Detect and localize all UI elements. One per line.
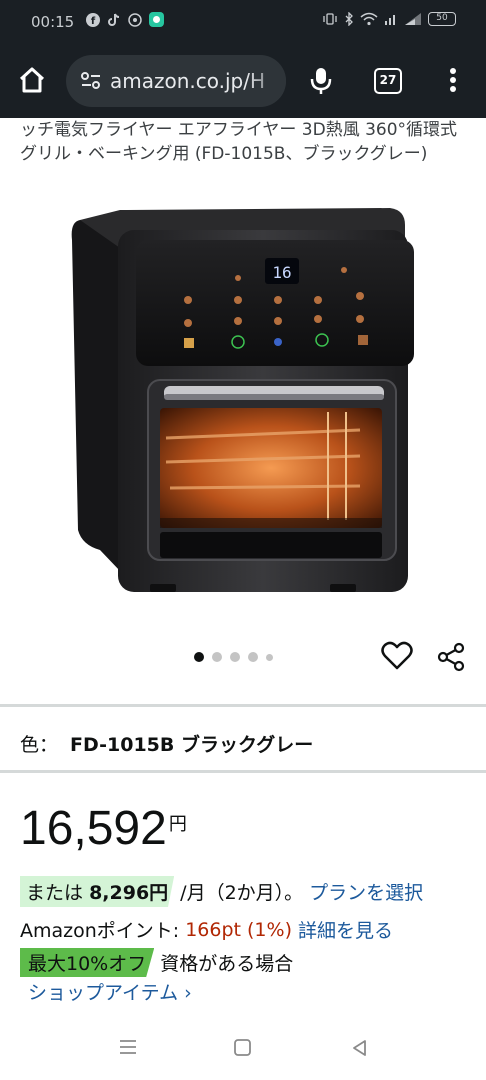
price-value: 16,592 [20, 802, 167, 855]
voice-search-button[interactable] [306, 62, 336, 98]
points-details-link[interactable]: 詳細を見る [298, 916, 393, 943]
product-image[interactable]: 16 [60, 200, 420, 610]
carousel-dot[interactable] [212, 652, 222, 662]
svg-text:f: f [91, 16, 96, 27]
carousel-dot[interactable] [230, 652, 240, 662]
carousel-dot[interactable] [194, 652, 204, 662]
facebook-icon: f [86, 12, 100, 27]
status-bar: 00:15 f 50 [0, 0, 486, 44]
share-icon [437, 642, 465, 672]
home-icon [19, 67, 45, 93]
system-nav-bar [0, 1018, 486, 1080]
vibrate-icon [323, 13, 337, 25]
notification-icons: f [86, 12, 164, 27]
installment-suffix: /月（2か月）。 [180, 882, 304, 904]
installment-prefix: または [26, 882, 84, 904]
discount-badge: 最大10%オフ [20, 948, 155, 977]
battery-icon: 50 [428, 12, 456, 26]
points-value: 166pt (1%) [185, 918, 292, 941]
select-plan-link[interactable]: プランを選択 [309, 878, 423, 905]
color-value: FD-1015B ブラックグレー [70, 734, 314, 756]
image-carousel-indicator[interactable] [194, 652, 273, 662]
home-nav-button[interactable] [233, 1038, 257, 1060]
installment-badge: または 8,296円 [20, 876, 175, 907]
installment-row: または 8,296円 /月（2か月）。 プランを選択 [20, 876, 423, 907]
price-currency: 円 [168, 814, 187, 835]
air-fryer-illustration: 16 [71, 208, 414, 592]
share-button[interactable] [436, 642, 466, 672]
points-row: Amazonポイント: 166pt (1%) 詳細を見る [20, 916, 393, 943]
back-button[interactable] [350, 1038, 374, 1060]
tab-switcher-button[interactable]: 27 [374, 68, 402, 94]
more-vert-icon [450, 68, 456, 92]
color-label: 色： [20, 734, 59, 756]
wifi-icon [360, 12, 378, 26]
status-time: 00:15 [31, 13, 75, 31]
wishlist-button[interactable] [381, 640, 413, 672]
home-button[interactable] [14, 62, 50, 98]
display-reading: 16 [272, 263, 291, 282]
cell-signal-icon [405, 13, 421, 25]
shop-items-link[interactable]: ショップアイテム › [28, 978, 192, 1005]
browser-toolbar: amazon.co.jp/H 27 [0, 44, 486, 118]
site-settings-icon[interactable] [80, 71, 102, 91]
chat-app-icon [149, 12, 164, 27]
microphone-icon [310, 68, 332, 94]
discount-row: 最大10%オフ 資格がある場合 [20, 948, 293, 977]
bluetooth-icon [345, 12, 353, 26]
pinwheel-icon [128, 12, 142, 27]
menu-lines-icon [120, 1040, 136, 1054]
status-right: 50 [322, 12, 456, 26]
address-bar[interactable]: amazon.co.jp/H [66, 55, 286, 107]
carousel-dot[interactable] [248, 652, 258, 662]
recent-apps-button[interactable] [118, 1038, 142, 1060]
data-signal-icon [385, 15, 395, 25]
price: 16,592 円 [20, 800, 187, 858]
divider [0, 704, 486, 707]
browser-menu-button[interactable] [440, 62, 466, 98]
square-icon [234, 1039, 251, 1056]
product-title[interactable]: ッチ電気フライヤー エアフライヤー 3D熱風 360°循環式 グリル・ベーキング… [20, 118, 470, 166]
points-label: Amazonポイント: [20, 920, 180, 942]
url-text: amazon.co.jp/H [110, 69, 266, 93]
heart-icon [381, 641, 413, 670]
back-triangle-icon [353, 1040, 366, 1056]
divider [0, 770, 486, 773]
discount-text: 資格がある場合 [160, 953, 294, 975]
color-selector[interactable]: 色： FD-1015B ブラックグレー [20, 730, 313, 757]
tiktok-icon [108, 13, 120, 26]
carousel-dot[interactable] [266, 653, 273, 661]
installment-amount: 8,296円 [89, 882, 169, 904]
